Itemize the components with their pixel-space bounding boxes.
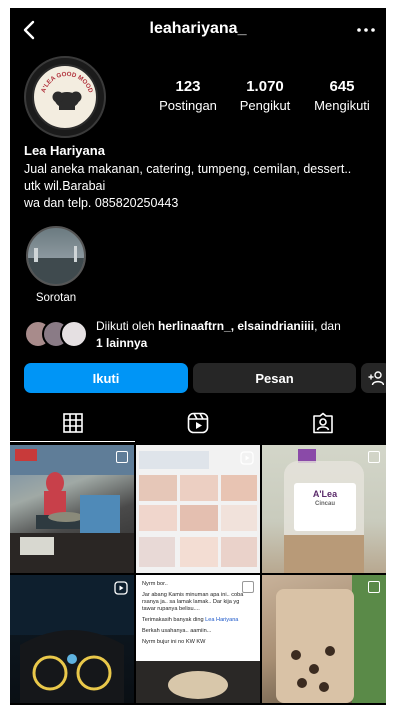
bottle-label-text: A'Lea <box>312 489 338 499</box>
post-image <box>136 661 260 703</box>
post-text-line: Berkah usahanya.. aamiin... <box>142 628 212 634</box>
avatar-logo: A'LEA GOOD MOOD <box>32 64 98 130</box>
multiple-photos-icon <box>368 581 380 593</box>
multiple-photos-icon <box>368 451 380 463</box>
post-image <box>276 575 386 703</box>
add-user-icon <box>368 371 384 386</box>
post-screenshot-text: Nyrm bor.. Jar abang Kamis minuman apa i… <box>142 581 254 650</box>
profile-display-name: Lea Hariyana <box>24 143 105 158</box>
follow-button[interactable]: Ikuti <box>24 363 188 393</box>
tab-posts-grid[interactable] <box>10 404 135 442</box>
stat-posts[interactable]: 123 Postingan <box>150 78 226 113</box>
bio-line-2: utk wil.Barabai <box>24 179 106 193</box>
post-thumbnail-3[interactable]: A'Lea Cincau <box>262 445 386 573</box>
post-thumbnail-5[interactable]: Nyrm bor.. Jar abang Kamis minuman apa i… <box>136 575 260 703</box>
highlight-label: Sorotan <box>35 292 77 304</box>
posts-count: 123 <box>175 78 201 95</box>
followed-by[interactable]: Diikuti oleh herlinaaftrn_, elsaindriani… <box>24 318 384 352</box>
followed-by-rest: 1 lainnya <box>96 336 148 350</box>
followed-by-connector: , dan <box>314 319 341 333</box>
profile-actions: Ikuti Pesan <box>24 363 386 393</box>
post-image <box>10 445 134 573</box>
tab-reels[interactable] <box>135 404 260 442</box>
post-text-line: Terimakasih banyak ding <box>142 617 204 623</box>
multiple-photos-icon <box>116 451 128 463</box>
reel-indicator-icon <box>240 451 254 465</box>
followed-by-text: Diikuti oleh herlinaaftrn_, elsaindriani… <box>96 318 381 352</box>
post-thumbnail-4[interactable] <box>10 575 134 703</box>
reel-indicator-icon <box>114 581 128 595</box>
profile-bio: Lea Hariyana Jual aneka makanan, caterin… <box>24 142 379 212</box>
followed-by-names: herlinaaftrn_, elsaindrianiiii <box>158 319 315 333</box>
instagram-profile-screen: leahariyana_ A'LEA GOOD MOOD 123 Posting… <box>10 8 386 705</box>
tab-tagged[interactable] <box>260 404 385 442</box>
tagged-icon <box>312 412 333 434</box>
followers-count: 1.070 <box>246 78 284 95</box>
followers-label: Pengikut <box>239 98 291 113</box>
logo-text: A'LEA GOOD MOOD <box>40 71 94 94</box>
post-thumbnail-1[interactable] <box>10 445 134 573</box>
posts-label: Postingan <box>159 98 217 113</box>
profile-stats: 123 Postingan 1.070 Pengikut 645 Mengiku… <box>150 78 380 118</box>
post-thumbnail-6[interactable] <box>262 575 386 703</box>
story-highlight[interactable]: Sorotan <box>24 226 88 304</box>
bio-line-1: Jual aneka makanan, catering, tumpeng, c… <box>24 162 352 176</box>
avatar <box>60 320 88 348</box>
bottle-label: A'Lea Cincau <box>294 483 356 531</box>
post-text-line: Jar abang Kamis minuman apa ini.. coba r… <box>142 592 244 612</box>
profile-tabs <box>10 404 386 442</box>
multiple-photos-icon <box>242 581 254 593</box>
suggested-users-button[interactable] <box>361 363 386 393</box>
bio-line-3: wa dan telp. 085820250443 <box>24 196 179 210</box>
grid-icon <box>62 412 83 433</box>
post-text-line: Nyrm bujur ini no KW KW <box>142 639 206 645</box>
stat-following[interactable]: 645 Mengikuti <box>304 78 380 113</box>
more-options-button[interactable] <box>354 18 378 42</box>
mutual-avatars <box>24 320 90 348</box>
bottle-label-sub: Cincau <box>314 501 335 507</box>
top-bar: leahariyana_ <box>10 8 386 52</box>
followed-by-prefix: Diikuti oleh <box>96 319 159 333</box>
following-count: 645 <box>329 78 355 95</box>
posts-grid: A'Lea Cincau Nyrm bor.. Jar abang Kamis … <box>10 445 386 705</box>
profile-avatar[interactable]: A'LEA GOOD MOOD <box>24 56 106 138</box>
stat-followers[interactable]: 1.070 Pengikut <box>230 78 300 113</box>
highlight-thumbnail <box>26 226 86 286</box>
chef-hat-logo-icon: A'LEA GOOD MOOD <box>40 71 94 112</box>
svg-text:A'LEA GOOD MOOD: A'LEA GOOD MOOD <box>40 71 94 94</box>
following-label: Mengikuti <box>314 98 370 113</box>
message-button[interactable]: Pesan <box>193 363 356 393</box>
more-horizontal-icon <box>357 28 375 32</box>
post-thumbnail-2[interactable] <box>136 445 260 573</box>
profile-username: leahariyana_ <box>149 20 247 37</box>
post-text-line: Nyrm bor.. <box>142 581 168 587</box>
reels-icon <box>187 412 208 434</box>
post-text-mention: Lea Hariyana <box>205 617 239 623</box>
